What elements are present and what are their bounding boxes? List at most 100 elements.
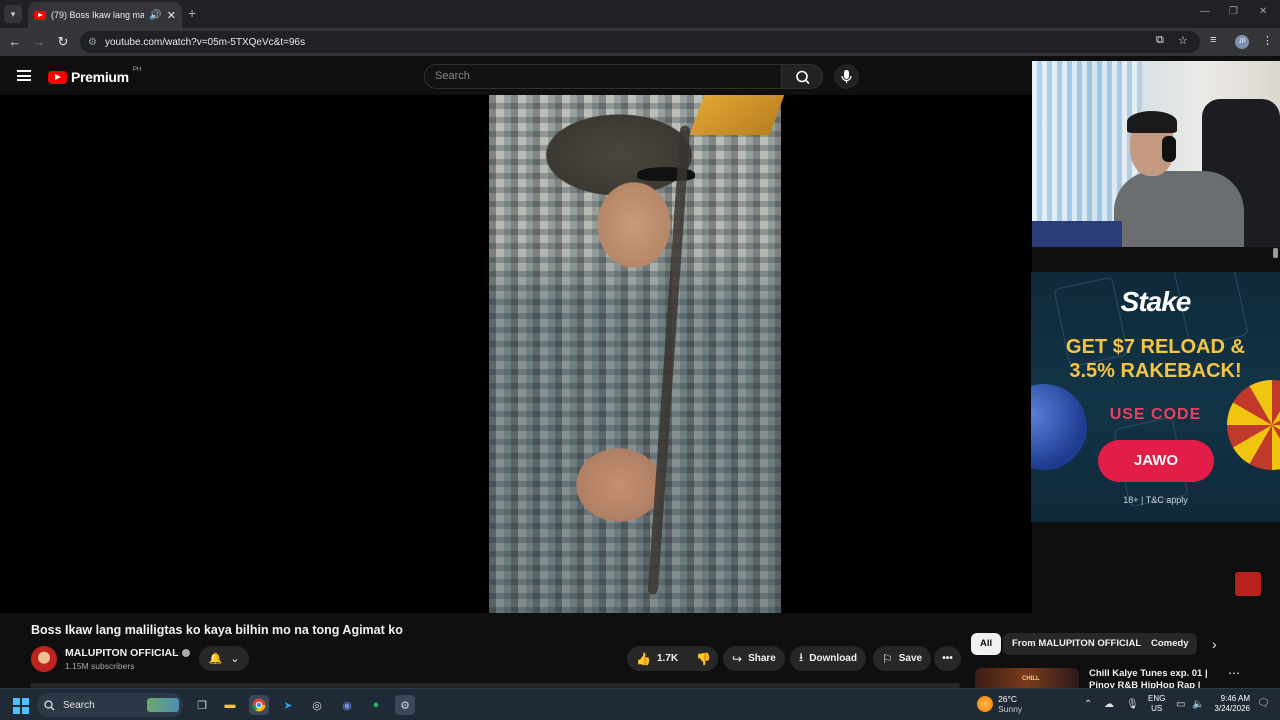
ad-fine-print: 18+ | T&C apply (1123, 495, 1188, 505)
logo-word: Premium (71, 69, 129, 85)
browser-tabstrip: ▾ (79) Boss Ikaw lang maliligt 🔊 ✕ + — ❐… (0, 0, 1280, 28)
profile-avatar[interactable]: JP (1235, 35, 1249, 49)
taskbar-search[interactable]: Search (37, 693, 183, 717)
lang-code: ENG (1148, 694, 1166, 703)
windows-start-icon[interactable] (13, 698, 29, 714)
search-highlight-image (147, 698, 179, 712)
bell-icon: 🔔 (208, 653, 223, 665)
download-button[interactable]: ⭳ Download (790, 646, 866, 671)
back-icon[interactable]: ← (6, 33, 24, 51)
close-window-icon[interactable]: ✕ (1259, 6, 1267, 17)
maximize-icon[interactable]: ❐ (1229, 6, 1238, 17)
share-button[interactable]: ↪ Share (723, 646, 785, 671)
microphone-icon[interactable]: 🎙 (1126, 699, 1139, 710)
tab-search-icon[interactable]: ▾ (4, 5, 22, 23)
browser-tab[interactable]: (79) Boss Ikaw lang maliligt 🔊 ✕ (28, 2, 182, 28)
microphone-icon (841, 70, 852, 83)
minimize-icon[interactable]: — (1200, 6, 1210, 17)
thumbs-down-icon[interactable]: 👎 (696, 652, 711, 666)
steam-icon[interactable]: ⚙ (395, 695, 415, 715)
bookmark-star-icon[interactable]: ☆ (1178, 34, 1188, 47)
tab-title: (79) Boss Ikaw lang maliligt (51, 10, 145, 20)
hamburger-menu-icon[interactable] (17, 70, 31, 81)
browser-toolbar: ← → ↻ ⚙ youtube.com/watch?v=05m-5TXQeVc&… (0, 28, 1280, 56)
stake-ad-banner[interactable]: Stake GET $7 RELOAD & 3.5% RAKEBACK! USE… (1031, 272, 1280, 522)
recommended-title[interactable]: Chill Kalye Tunes exp. 01 | Pinoy R&B Hi… (1089, 668, 1229, 688)
region-code: US (1151, 704, 1163, 713)
webcam-overlay (1032, 61, 1280, 247)
network-icon[interactable]: ▭ (1176, 699, 1185, 710)
ad-headline-line2: 3.5% RAKEBACK! (1069, 360, 1242, 382)
youtube-premium-logo[interactable]: Premium PH (48, 67, 141, 85)
recommended-thumbnail[interactable]: CHILL (975, 668, 1079, 688)
video-player[interactable] (0, 95, 1032, 613)
install-app-icon[interactable]: ⧉ (1156, 34, 1164, 47)
video-frame[interactable] (489, 95, 785, 613)
more-vertical-icon[interactable]: ⋯ (1228, 666, 1240, 680)
headset-icon (1162, 136, 1176, 162)
video-title: Boss Ikaw lang maliligtas ko kaya bilhin… (31, 623, 403, 637)
channel-avatar[interactable] (31, 646, 57, 672)
speaker-icon[interactable]: 🔊 (149, 10, 161, 21)
youtube-header: Premium PH Search (0, 56, 1032, 95)
discord-icon[interactable]: ◉ (337, 695, 357, 715)
chip-comedy[interactable]: Comedy (1142, 633, 1198, 655)
close-tab-icon[interactable]: ✕ (167, 9, 176, 22)
chevron-up-icon[interactable]: ⌃ (1084, 699, 1092, 710)
volume-icon[interactable]: 🔈 (1192, 699, 1204, 710)
reload-icon[interactable]: ↻ (54, 33, 72, 51)
search-input[interactable]: Search (424, 64, 782, 89)
scrollbar-thumb[interactable] (1273, 248, 1278, 258)
ad-headline-line1: GET $7 RELOAD & (1066, 336, 1245, 358)
site-info-icon[interactable]: ⚙ (88, 37, 97, 48)
save-label: Save (898, 653, 923, 664)
download-label: Download (809, 653, 857, 664)
like-count[interactable]: 1.7K (657, 653, 678, 664)
voice-search-button[interactable] (834, 64, 859, 89)
youtube-play-logo-icon (48, 70, 67, 84)
task-view-icon[interactable]: ❐ (192, 695, 212, 715)
chip-from-channel[interactable]: From MALUPITON OFFICIAL (1003, 633, 1151, 655)
chip-all[interactable]: All (971, 633, 1002, 655)
share-icon: ↪ (732, 651, 743, 666)
onedrive-icon[interactable]: ☁ (1104, 699, 1114, 710)
save-button[interactable]: ⚐ Save (873, 646, 932, 671)
ad-roulette-graphic (1227, 380, 1280, 470)
sun-icon (977, 696, 993, 712)
ad-brand: Stake (1120, 286, 1192, 317)
search-button[interactable] (781, 64, 823, 89)
file-explorer-icon[interactable]: ▬ (220, 695, 240, 715)
language-indicator[interactable]: ENG US (1148, 694, 1165, 714)
search-icon (796, 70, 810, 85)
weather-temp: 26°C (998, 694, 1017, 704)
reading-list-icon[interactable]: ≡ (1210, 34, 1216, 46)
weather-widget[interactable]: 26°C Sunny (977, 694, 1022, 714)
chevron-right-icon[interactable]: › (1212, 636, 1217, 652)
chrome-icon[interactable] (249, 695, 269, 715)
channel-name-text: MALUPITON OFFICIAL (65, 647, 179, 659)
thumbs-up-icon[interactable]: 👍 (636, 652, 651, 666)
ad-ball-graphic (1031, 384, 1087, 470)
notification-center-icon[interactable]: 🗨 (1257, 698, 1270, 709)
subscriber-count: 1.15M subscribers (65, 661, 135, 671)
taskbar-search-label: Search (63, 699, 95, 711)
video-object (689, 95, 785, 135)
like-dislike-group: 👍 1.7K 👎 (627, 646, 718, 671)
new-tab-icon[interactable]: + (188, 5, 196, 21)
obs-icon[interactable]: ◎ (307, 695, 327, 715)
more-actions-button[interactable]: ••• (934, 646, 961, 671)
channel-watermark[interactable] (1235, 572, 1261, 596)
spotify-icon[interactable]: ● (366, 695, 386, 715)
telegram-icon[interactable]: ➤ (278, 695, 298, 715)
share-label: Share (748, 653, 776, 664)
channel-name[interactable]: MALUPITON OFFICIAL (65, 647, 190, 659)
verified-check-icon (181, 649, 190, 658)
forward-icon[interactable]: → (30, 33, 48, 51)
browser-menu-icon[interactable]: ⋮ (1262, 34, 1273, 47)
address-bar[interactable]: ⚙ youtube.com/watch?v=05m-5TXQeVc&t=96s (80, 31, 1200, 53)
youtube-favicon-icon (34, 10, 46, 20)
ad-headline: GET $7 RELOAD & 3.5% RAKEBACK! (1031, 335, 1280, 383)
system-clock[interactable]: 9:46 AM 3/24/2026 (1210, 694, 1250, 714)
ad-code-button[interactable]: JAWO (1098, 440, 1214, 482)
notification-bell-button[interactable]: 🔔 ⌄ (199, 646, 249, 671)
